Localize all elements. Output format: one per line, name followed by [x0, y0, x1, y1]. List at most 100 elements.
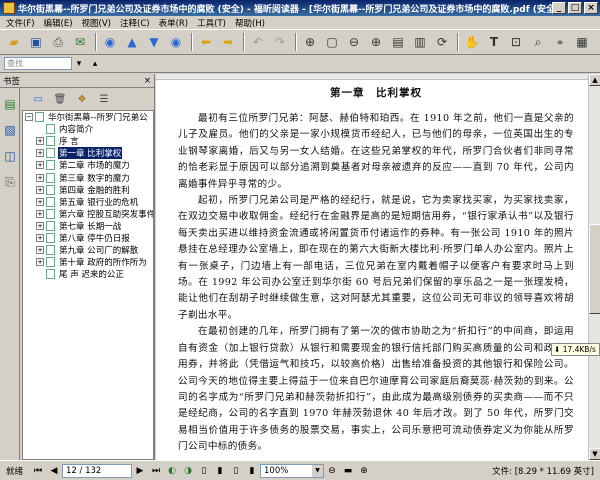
- bookmark-item[interactable]: + 第九章 公司厂的解散: [23, 244, 153, 256]
- bookmark-item[interactable]: + 第五章 银行业的危机: [23, 196, 153, 208]
- menu-tools[interactable]: 工具(T): [191, 17, 229, 29]
- snapshot-icon[interactable]: ⊡: [506, 32, 526, 52]
- next-page-nav-icon[interactable]: ▶: [133, 464, 147, 478]
- prev-page-icon[interactable]: ▲: [122, 32, 142, 52]
- undo-icon[interactable]: ↶: [248, 32, 268, 52]
- bookmark-item[interactable]: − 华尔街黑幕--所罗门兄弟公: [23, 111, 153, 123]
- pages-tab-icon[interactable]: ▧: [1, 120, 19, 140]
- delete-bookmark-icon[interactable]: 🗑: [50, 89, 70, 109]
- menu-file[interactable]: 文件(F): [0, 17, 38, 29]
- zoom-in-icon[interactable]: ⊕: [300, 32, 320, 52]
- new-bookmark-icon[interactable]: ▭: [28, 89, 48, 109]
- bookmark-item[interactable]: + 第六章 控股互助突发事件: [23, 208, 153, 220]
- scroll-down-icon[interactable]: ▼: [589, 448, 600, 460]
- find-previous-icon[interactable]: ▴: [88, 57, 102, 71]
- chevron-down-icon[interactable]: ▼: [312, 464, 323, 477]
- scroll-thumb[interactable]: [589, 224, 600, 314]
- bookmarks-tab-icon[interactable]: ▤: [1, 94, 19, 114]
- bookmark-page-icon: [46, 160, 55, 171]
- continuous-facing-icon[interactable]: ▮: [245, 464, 259, 478]
- next-page-icon[interactable]: ▼: [144, 32, 164, 52]
- text-select-icon[interactable]: T: [484, 32, 504, 52]
- zoom-in-status-icon[interactable]: ⊕: [357, 464, 371, 478]
- panel-close-button[interactable]: ×: [144, 76, 151, 86]
- vertical-scrollbar[interactable]: ▲ ▼: [588, 74, 600, 460]
- menu-comment[interactable]: 注释(C): [114, 17, 153, 29]
- page-content: 第一章 比利掌权 最初有三位所罗门兄弟：阿瑟、赫伯特和珀西。在 1910 年之前…: [178, 84, 574, 460]
- bookmark-options-icon[interactable]: ☰: [94, 89, 114, 109]
- close-button[interactable]: ×: [584, 2, 598, 14]
- last-page-nav-icon[interactable]: ⏭: [149, 464, 163, 478]
- next-view-icon[interactable]: ◑: [181, 464, 195, 478]
- bookmark-item[interactable]: + 第四章 金融的胜利: [23, 184, 153, 196]
- expand-icon[interactable]: +: [36, 137, 44, 146]
- last-page-icon[interactable]: ◉: [166, 32, 186, 52]
- bookmark-item[interactable]: 内容简介: [23, 123, 153, 135]
- menu-view[interactable]: 视图(V): [76, 17, 114, 29]
- menu-form[interactable]: 表单(R): [153, 17, 192, 29]
- document-view[interactable]: 第一章 比利掌权 最初有三位所罗门兄弟：阿瑟、赫伯特和珀西。在 1910 年之前…: [156, 74, 588, 460]
- bookmark-item[interactable]: + 第七章 长期一战: [23, 220, 153, 232]
- continuous-page-icon[interactable]: ▮: [213, 464, 227, 478]
- scroll-up-icon[interactable]: ▲: [589, 74, 600, 86]
- zoom-out-status-icon[interactable]: ⊖: [325, 464, 339, 478]
- expand-icon[interactable]: +: [36, 185, 44, 194]
- bookmark-item[interactable]: + 第二章 市场的魔力: [23, 159, 153, 171]
- bookmark-item[interactable]: + 序 言: [23, 135, 153, 147]
- single-page-icon[interactable]: ▯: [197, 464, 211, 478]
- hand-tool-icon[interactable]: ✋: [462, 32, 482, 52]
- zoom-select[interactable]: 100% ▼: [260, 463, 324, 478]
- prev-page-nav-icon[interactable]: ◀: [47, 464, 61, 478]
- maximize-button[interactable]: □: [568, 2, 582, 14]
- expand-icon[interactable]: +: [36, 246, 44, 255]
- expand-icon[interactable]: +: [36, 233, 44, 242]
- expand-icon[interactable]: +: [36, 173, 44, 182]
- typewriter-icon[interactable]: ▦: [572, 32, 592, 52]
- expand-icon[interactable]: +: [36, 221, 44, 230]
- open-folder-icon[interactable]: ▰: [4, 32, 24, 52]
- bookmark-label: 尾 声 迟来的公正: [59, 270, 124, 281]
- email-icon[interactable]: ✉: [70, 32, 90, 52]
- bookmark-item[interactable]: 尾 声 迟来的公正: [23, 268, 153, 280]
- menu-edit[interactable]: 编辑(E): [38, 17, 76, 29]
- expand-icon[interactable]: +: [36, 209, 44, 218]
- expand-icon[interactable]: +: [36, 149, 44, 158]
- find-icon[interactable]: ⌖: [550, 32, 570, 52]
- actual-size-icon[interactable]: ▢: [322, 32, 342, 52]
- menu-bar: 文件(F) 编辑(E) 视图(V) 注释(C) 表单(R) 工具(T) 帮助(H…: [0, 16, 600, 29]
- bookmark-item[interactable]: + 第十章 政府的所作所为: [23, 256, 153, 268]
- zoom-tool-icon[interactable]: ⌕: [528, 32, 548, 52]
- menu-help[interactable]: 帮助(H): [229, 17, 268, 29]
- rotate-icon[interactable]: ⟳: [432, 32, 452, 52]
- zoom-slider-icon[interactable]: ▬: [341, 464, 355, 478]
- first-page-icon[interactable]: ◉: [100, 32, 120, 52]
- bookmark-page-icon: [46, 257, 55, 268]
- search-input[interactable]: 查找: [4, 57, 72, 70]
- facing-page-icon[interactable]: ▯: [229, 464, 243, 478]
- minimize-button[interactable]: _: [552, 2, 566, 14]
- find-next-icon[interactable]: ▾: [72, 57, 86, 71]
- bookmark-item[interactable]: + 第一章 比利掌权: [23, 147, 153, 160]
- expand-icon[interactable]: +: [36, 258, 44, 267]
- zoom-out-minus-icon[interactable]: ⊖: [344, 32, 364, 52]
- bookmark-item[interactable]: + 第三章 数字的魔力: [23, 171, 153, 184]
- fit-width-icon[interactable]: ▥: [410, 32, 430, 52]
- forward-arrow-icon[interactable]: ➡: [218, 32, 238, 52]
- first-page-nav-icon[interactable]: ⏮: [31, 464, 45, 478]
- collapse-icon[interactable]: −: [25, 113, 33, 122]
- bookmark-panel-title: 书签: [3, 76, 21, 87]
- save-icon[interactable]: ▣: [26, 32, 46, 52]
- prev-view-icon[interactable]: ◐: [165, 464, 179, 478]
- layers-tab-icon[interactable]: ◫: [1, 146, 19, 166]
- print-icon[interactable]: ⎙: [48, 32, 68, 52]
- expand-bookmark-icon[interactable]: ❖: [72, 89, 92, 109]
- expand-icon[interactable]: +: [36, 197, 44, 206]
- back-arrow-icon[interactable]: ⬅: [196, 32, 216, 52]
- expand-icon[interactable]: +: [36, 161, 44, 170]
- bookmark-item[interactable]: + 第八章 停牛仍日报: [23, 232, 153, 244]
- redo-icon[interactable]: ↷: [270, 32, 290, 52]
- attachments-tab-icon[interactable]: ⎘: [1, 172, 19, 192]
- fit-page-icon[interactable]: ▤: [388, 32, 408, 52]
- page-number-field[interactable]: 12 / 132: [62, 463, 132, 478]
- zoom-in-plus-icon[interactable]: ⊕: [366, 32, 386, 52]
